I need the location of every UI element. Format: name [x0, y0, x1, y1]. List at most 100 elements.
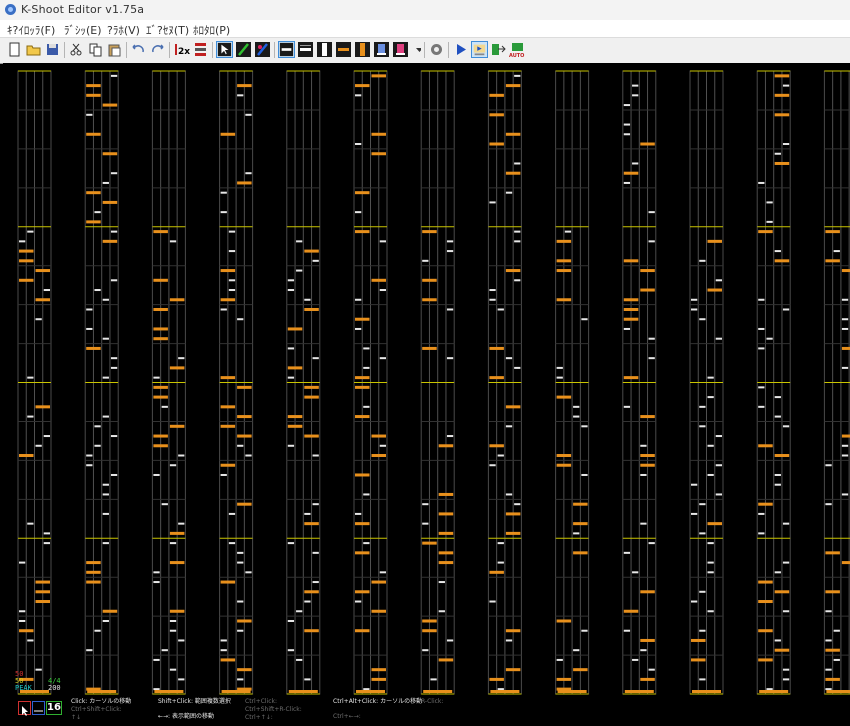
chip-note: [422, 503, 429, 506]
fx-chip-note: [640, 638, 655, 642]
fx-chip-note: [489, 444, 504, 448]
chip-note: [782, 143, 790, 146]
fx-chip-note: [556, 269, 572, 273]
settings-gear-button[interactable]: [428, 41, 445, 58]
chip-note: [237, 318, 244, 321]
menu-file[interactable]: ｷ?ｲﾛｯﾗ(F): [7, 22, 55, 38]
laser-blue-tool-button[interactable]: [254, 41, 271, 58]
chip-note: [782, 522, 790, 525]
chip-note: [766, 337, 773, 340]
chip-note: [287, 347, 295, 350]
chip-note: [640, 444, 647, 447]
play-from-cursor-button[interactable]: [471, 41, 488, 58]
chip-note: [556, 658, 563, 661]
chip-note: [648, 337, 655, 340]
fx-chip-note: [169, 366, 185, 370]
bpm-marker-button[interactable]: [192, 41, 209, 58]
laser-green-tool-button[interactable]: [235, 41, 252, 58]
fx-chip-note: [169, 298, 185, 302]
chip-note: [699, 629, 706, 632]
fx-chip-note: [505, 512, 521, 516]
end-marker: [624, 690, 654, 693]
menu-edit[interactable]: ﾗﾞｼｯ(E): [64, 22, 102, 38]
export-button[interactable]: [490, 41, 507, 58]
fx-chip-note: [19, 629, 34, 633]
cursor-mode-button[interactable]: [18, 701, 31, 716]
chip-note: [43, 289, 50, 292]
fx-chip-note: [371, 454, 386, 458]
menu-tools[interactable]: ｴﾞ?ｾﾇ(T): [146, 22, 189, 38]
chip-note: [623, 327, 631, 330]
chip-note: [707, 396, 714, 399]
chart-lanes[interactable]: [3, 63, 850, 722]
fx-chip-note: [505, 132, 521, 136]
fx-hold-tool-button[interactable]: [354, 41, 371, 58]
save-button[interactable]: [44, 41, 61, 58]
camera-tool-button[interactable]: [392, 41, 409, 58]
fx-chip-note: [169, 424, 185, 428]
cut-button[interactable]: [68, 41, 85, 58]
quantize-button[interactable]: 16: [46, 701, 62, 715]
open-folder-button[interactable]: [25, 41, 42, 58]
menu-view[interactable]: ?ﾗﾎ(V): [107, 22, 140, 38]
fx-chip-note: [35, 600, 50, 604]
chip-note: [102, 542, 109, 545]
chip-note: [355, 143, 362, 146]
chip-note: [640, 473, 647, 476]
fx-chip-note: [841, 561, 850, 565]
fx-chip-note: [102, 152, 118, 156]
fx-chip-note: [153, 327, 168, 331]
fx-chip-note: [623, 317, 639, 321]
fx-chip-note: [825, 648, 840, 652]
fx-chip-note: [573, 502, 588, 506]
fx-chip-note: [623, 609, 639, 613]
auto-play-button[interactable]: AUTO: [509, 41, 526, 58]
settings-gear-icon: [431, 44, 442, 55]
menu-help[interactable]: ﾎﾛﾀﾛ(P): [193, 22, 230, 38]
new-file-button[interactable]: [6, 41, 23, 58]
chip-note-tool-button[interactable]: [278, 41, 295, 58]
chip-note: [758, 512, 765, 515]
fx-chip-tool-button[interactable]: [316, 41, 333, 58]
chip-note: [497, 561, 504, 564]
fx-chip-note: [86, 220, 101, 224]
chip-note: [169, 240, 177, 243]
chip-note: [312, 551, 319, 554]
fx-chip-note: [355, 415, 370, 419]
paste-button[interactable]: [106, 41, 123, 58]
tool-dropdown-button[interactable]: [411, 41, 421, 58]
chip-note: [505, 493, 513, 496]
chip-note: [623, 551, 631, 554]
long-note-tool-button[interactable]: [297, 41, 314, 58]
chip-note: [707, 542, 714, 545]
fx-chip-note: [422, 629, 437, 633]
fx-chip-note: [556, 239, 572, 243]
chip-note: [514, 162, 521, 165]
fx-chip-note: [438, 531, 454, 535]
chip-note: [287, 444, 295, 447]
fx-chip-note: [438, 492, 454, 496]
play-button[interactable]: [452, 41, 469, 58]
chip-note: [228, 279, 236, 282]
pointer-tool-button[interactable]: [216, 41, 233, 58]
fx-chip-note: [825, 259, 840, 263]
chip-note: [782, 668, 790, 671]
redo-button[interactable]: [149, 41, 166, 58]
chip-note: [446, 357, 454, 360]
chip-note: [110, 366, 118, 369]
fx-chip-note: [438, 512, 454, 516]
chip-note: [825, 610, 832, 613]
fx-long-tool-button[interactable]: [335, 41, 352, 58]
fx-chip-note: [102, 103, 118, 107]
undo-button[interactable]: [130, 41, 147, 58]
fx-chip-note: [220, 424, 236, 428]
speed-2x-button[interactable]: 2x: [173, 41, 190, 58]
copy-button[interactable]: [87, 41, 104, 58]
fx-chip-note: [153, 395, 168, 399]
chip-note: [691, 483, 698, 486]
chart-canvas[interactable]: Click: カーソルの移動 Ctrl+Shift+Click: ↑↓ Shift+C…: [3, 63, 850, 722]
grid-mode-button[interactable]: [32, 701, 45, 715]
chip-note: [758, 327, 765, 330]
effect-tool-button[interactable]: [373, 41, 390, 58]
chip-note: [774, 473, 781, 476]
